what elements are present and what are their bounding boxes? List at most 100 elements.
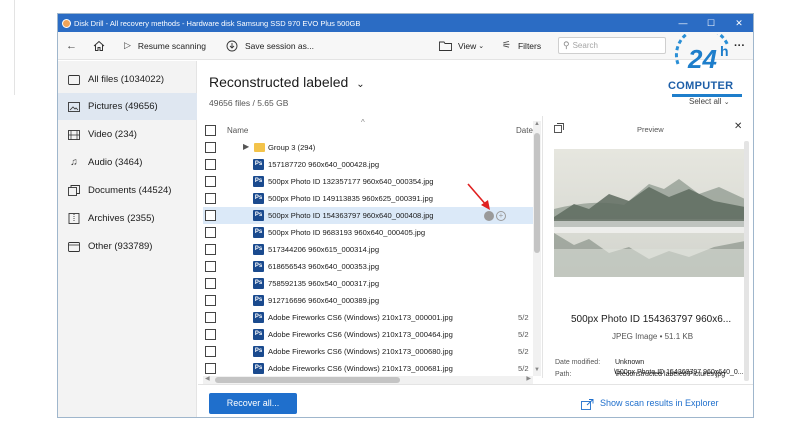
file-name: Adobe Fireworks CS6 (Windows) 210x173_00…	[268, 347, 453, 356]
file-row[interactable]: Ps Adobe Fireworks CS6 (Windows) 210x173…	[203, 309, 533, 326]
close-button[interactable]: ✕	[725, 18, 753, 29]
preview-scrollbar[interactable]	[744, 141, 749, 381]
svg-text:24: 24	[687, 44, 717, 74]
row-checkbox[interactable]	[205, 278, 216, 289]
home-button[interactable]	[93, 40, 105, 52]
file-name: 758592135 960x540_000317.jpg	[268, 279, 380, 288]
file-row[interactable]: Ps 912716696 960x640_000389.jpg	[203, 292, 533, 309]
file-row[interactable]: Ps Adobe Fireworks CS6 (Windows) 210x173…	[203, 360, 533, 377]
photoshop-file-icon: Ps	[253, 346, 264, 357]
photoshop-file-icon: Ps	[253, 176, 264, 187]
chevron-down-icon: ⌄	[478, 42, 485, 50]
sidebar-item-pictures[interactable]: Pictures (49656)	[58, 93, 197, 120]
file-date: 5/2	[518, 364, 529, 373]
resume-scanning-button[interactable]: ▷ Resume scanning	[124, 40, 206, 51]
row-checkbox[interactable]	[205, 227, 216, 238]
row-checkbox[interactable]	[205, 312, 216, 323]
row-checkbox[interactable]	[205, 176, 216, 187]
search-input[interactable]	[572, 41, 658, 50]
file-row[interactable]: Ps 758592135 960x540_000317.jpg	[203, 275, 533, 292]
file-row[interactable]: Ps 517344206 960x615_000314.jpg	[203, 241, 533, 258]
path-value-line2: \500px Photo ID 154363797 960x640_0...	[614, 369, 744, 376]
sidebar-item-label: Pictures (49656)	[88, 101, 158, 112]
sidebar-item-audio[interactable]: ♫ Audio (3464)	[58, 149, 197, 176]
search-box[interactable]: ⚲	[558, 37, 666, 54]
folder-icon	[68, 74, 80, 85]
photoshop-file-icon: Ps	[253, 210, 264, 221]
horizontal-scroll-thumb[interactable]	[215, 377, 400, 383]
file-row[interactable]: Ps Adobe Fireworks CS6 (Windows) 210x173…	[203, 343, 533, 360]
row-checkbox[interactable]	[205, 261, 216, 272]
column-date[interactable]: Date	[516, 126, 533, 135]
watermark-clock-graphic: 24 h	[674, 34, 730, 74]
file-name: 500px Photo ID 149113835 960x625_000391.…	[268, 194, 433, 203]
sidebar-item-label: Documents (44524)	[88, 185, 172, 196]
row-checkbox[interactable]	[205, 363, 216, 374]
open-external-icon[interactable]	[554, 123, 564, 133]
select-all-checkbox[interactable]	[205, 125, 216, 136]
select-all-link[interactable]: Select all ⌄	[689, 97, 730, 106]
horizontal-scrollbar[interactable]: ◀ ▶	[203, 376, 533, 384]
row-checkbox[interactable]	[205, 142, 216, 153]
preview-image	[554, 149, 745, 277]
file-row[interactable]: Ps Adobe Fireworks CS6 (Windows) 210x173…	[203, 326, 533, 343]
row-checkbox[interactable]	[205, 329, 216, 340]
file-name: 500px Photo ID 9683193 960x640_000405.jp…	[268, 228, 426, 237]
page-divider	[14, 0, 15, 95]
sidebar-item-label: Archives (2355)	[88, 213, 155, 224]
row-checkbox[interactable]	[205, 295, 216, 306]
photoshop-file-icon: Ps	[253, 244, 264, 255]
minimize-button[interactable]: —	[669, 18, 697, 28]
sidebar-item-documents[interactable]: Documents (44524)	[58, 177, 197, 204]
export-icon	[581, 399, 594, 410]
sidebar-item-archives[interactable]: Archives (2355)	[58, 205, 197, 232]
resume-scanning-label: Resume scanning	[137, 40, 206, 51]
sidebar-item-video[interactable]: Video (234)	[58, 121, 197, 148]
scroll-right-arrow-icon[interactable]: ▶	[526, 375, 531, 382]
close-preview-icon[interactable]: ✕	[734, 121, 742, 132]
column-name[interactable]: Name	[227, 126, 248, 135]
bottom-bar: Recover all... Show scan results in Expl…	[198, 384, 753, 417]
maximize-button[interactable]: ☐	[697, 18, 725, 29]
file-summary: 49656 files / 5.65 GB	[209, 98, 289, 108]
filters-button[interactable]: ⚟ Filters	[502, 40, 541, 51]
svg-text:h: h	[720, 43, 729, 59]
scroll-down-arrow-icon[interactable]: ▼	[534, 367, 540, 373]
group-row[interactable]: ▶ Group 3 (294)	[203, 139, 533, 156]
disk-drill-window: Disk Drill - All recovery methods - Hard…	[57, 13, 754, 418]
explorer-icon[interactable]	[581, 397, 594, 415]
scroll-left-arrow-icon[interactable]: ◀	[205, 375, 210, 382]
file-row[interactable]: Ps 157187720 960x640_000428.jpg	[203, 156, 533, 173]
row-checkbox[interactable]	[205, 210, 216, 221]
row-checkbox[interactable]	[205, 244, 216, 255]
image-icon	[68, 101, 80, 112]
audio-icon: ♫	[70, 157, 78, 168]
title-bar: Disk Drill - All recovery methods - Hard…	[58, 14, 753, 32]
file-date: 5/2	[518, 347, 529, 356]
row-checkbox[interactable]	[205, 193, 216, 204]
save-session-button[interactable]: Save session as...	[226, 40, 314, 52]
page-title[interactable]: Reconstructed labeled ⌄	[209, 74, 365, 90]
show-in-explorer-link[interactable]: Show scan results in Explorer	[600, 398, 719, 408]
sidebar-item-all-files[interactable]: All files (1034022)	[58, 66, 197, 93]
home-icon	[93, 40, 105, 51]
search-icon: ⚲	[563, 40, 570, 50]
scroll-up-arrow-icon[interactable]: ▲	[534, 121, 540, 127]
other-icon	[68, 241, 80, 252]
file-name: Adobe Fireworks CS6 (Windows) 210x173_00…	[268, 313, 453, 322]
sidebar: All files (1034022) Pictures (49656) Vid…	[58, 61, 197, 417]
recover-all-button[interactable]: Recover all...	[209, 393, 297, 414]
vertical-scrollbar[interactable]: ▲ ▼	[533, 121, 541, 376]
row-checkbox[interactable]	[205, 346, 216, 357]
row-checkbox[interactable]	[205, 159, 216, 170]
back-button[interactable]: ←	[66, 40, 84, 52]
sidebar-item-other[interactable]: Other (933789)	[58, 233, 197, 260]
preview-filename: 500px Photo ID 154363797 960x6...	[571, 314, 732, 325]
view-dropdown[interactable]: View ⌄	[439, 41, 484, 51]
sidebar-item-label: Audio (3464)	[88, 157, 143, 168]
scroll-thumb[interactable]	[534, 133, 540, 253]
expand-arrow-icon: ▶	[243, 142, 250, 151]
document-icon	[68, 185, 80, 196]
file-row[interactable]: Ps 618656543 960x640_000353.jpg	[203, 258, 533, 275]
file-row[interactable]: Ps 500px Photo ID 9683193 960x640_000405…	[203, 224, 533, 241]
